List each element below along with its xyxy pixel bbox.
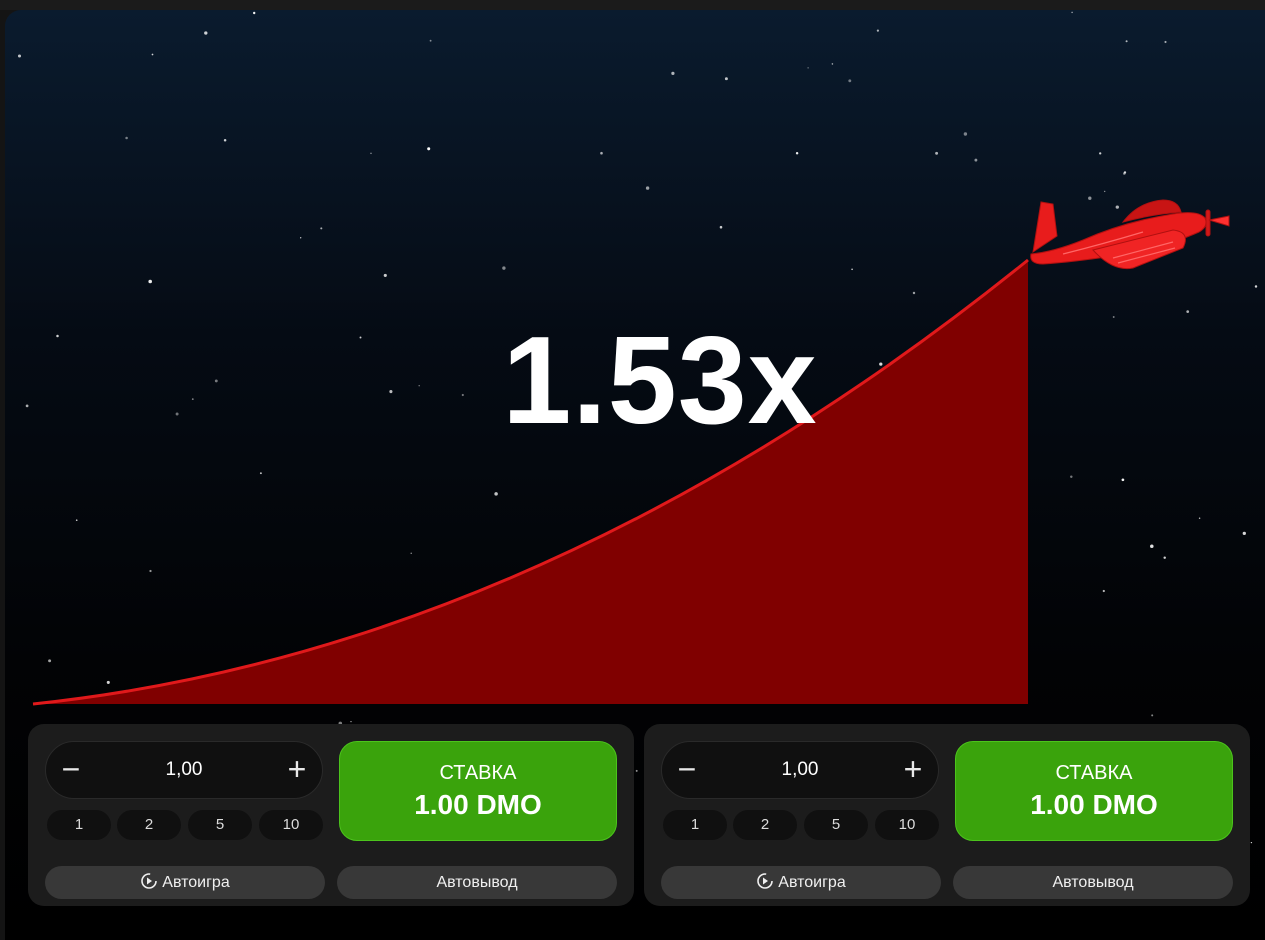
autocashout-button[interactable]: Автовывод bbox=[337, 866, 617, 899]
autoplay-icon bbox=[757, 873, 774, 890]
autoplay-icon bbox=[141, 873, 158, 890]
multiplier-display: 1.53x bbox=[502, 312, 818, 450]
decrease-button[interactable]: − bbox=[672, 753, 702, 785]
amount-input[interactable]: 1,00 bbox=[96, 759, 272, 781]
quick-amount-2[interactable]: 2 bbox=[117, 810, 181, 840]
quick-amount-1[interactable]: 1 bbox=[663, 810, 727, 840]
quick-amount-2[interactable]: 2 bbox=[733, 810, 797, 840]
autoplay-button[interactable]: Автоигра bbox=[45, 866, 325, 899]
bet-label: СТАВКА bbox=[1055, 762, 1133, 784]
amount-stepper: − 1,00 + bbox=[45, 741, 323, 799]
bet-panel-2: − 1,00 + 1 2 5 10 СТАВКА 1.00 DMO Автоиг… bbox=[644, 724, 1250, 906]
autoplay-button[interactable]: Автоигра bbox=[661, 866, 941, 899]
increase-button[interactable]: + bbox=[898, 753, 928, 785]
quick-amount-1[interactable]: 1 bbox=[47, 810, 111, 840]
bet-button[interactable]: СТАВКА 1.00 DMO bbox=[339, 741, 617, 841]
autoplay-label: Автоигра bbox=[162, 874, 230, 891]
quick-amount-5[interactable]: 5 bbox=[188, 810, 252, 840]
quick-amount-10[interactable]: 10 bbox=[875, 810, 939, 840]
autoplay-label: Автоигра bbox=[778, 874, 846, 891]
bet-amount: 1.00 DMO bbox=[414, 789, 542, 820]
bet-panel-1: − 1,00 + 1 2 5 10 СТАВКА 1.00 DMO Автоиг… bbox=[28, 724, 634, 906]
bet-amount: 1.00 DMO bbox=[1030, 789, 1158, 820]
amount-input[interactable]: 1,00 bbox=[712, 759, 888, 781]
bet-label: СТАВКА bbox=[439, 762, 517, 784]
increase-button[interactable]: + bbox=[282, 753, 312, 785]
autocashout-button[interactable]: Автовывод bbox=[953, 866, 1233, 899]
plane-icon bbox=[1030, 199, 1230, 270]
bet-button[interactable]: СТАВКА 1.00 DMO bbox=[955, 741, 1233, 841]
decrease-button[interactable]: − bbox=[56, 753, 86, 785]
amount-stepper: − 1,00 + bbox=[661, 741, 939, 799]
quick-amount-5[interactable]: 5 bbox=[804, 810, 868, 840]
top-bar bbox=[0, 0, 1265, 10]
quick-amount-10[interactable]: 10 bbox=[259, 810, 323, 840]
